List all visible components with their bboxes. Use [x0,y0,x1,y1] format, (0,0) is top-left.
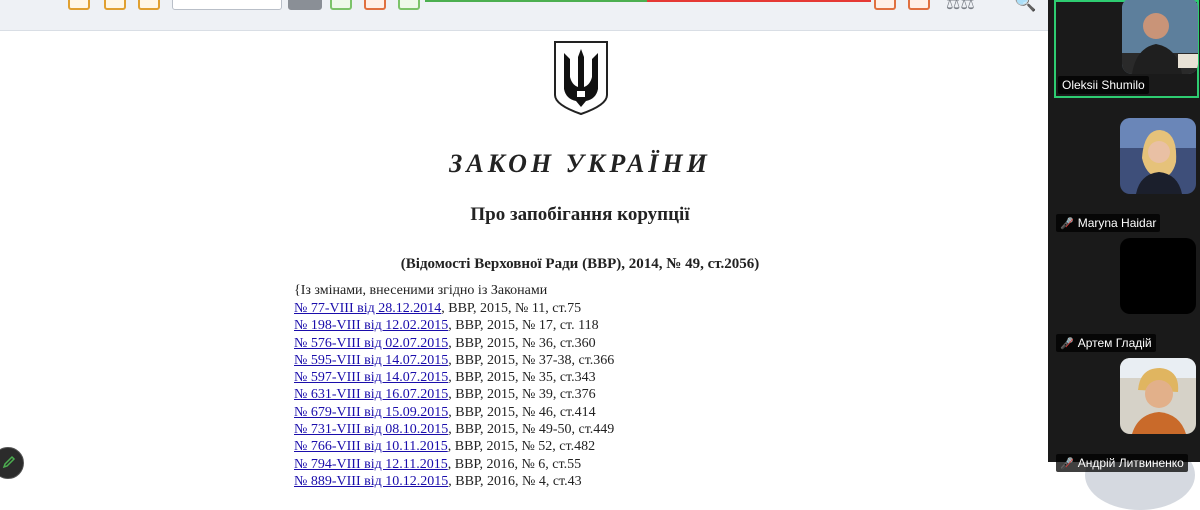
amendment-reference: , ВВР, 2016, № 4, ст.43 [448,473,582,489]
participant-name-tag: Oleksii Shumilo [1058,76,1149,94]
amendment-reference: , ВВР, 2015, № 11, ст.75 [441,301,582,316]
amendment-item: № 679-VIII від 15.09.2015, ВВР, 2015, № … [294,404,614,421]
document-toolbar: ⚖⚖ 🔍 [0,0,1048,31]
toolbar-button-6[interactable] [398,0,420,10]
progress-line-red [647,0,871,2]
amendment-reference: , ВВР, 2015, № 35, ст.343 [448,370,596,386]
amendment-reference: , ВВР, 2015, № 37-38, ст.366 [448,352,615,368]
amendment-link[interactable]: № 679-VIII від 15.09.2015 [294,405,448,420]
participant-tile[interactable]: 🎤̸ Андрій Литвиненко [1054,358,1199,472]
toolbar-page-input[interactable] [172,0,282,10]
search-icon[interactable]: 🔍 [1014,0,1036,13]
amendment-reference: , ВВР, 2015, № 17, ст. 118 [448,318,599,334]
toolbar-button-3[interactable] [138,0,160,10]
mic-off-icon: 🎤̸ [1060,337,1074,350]
ukraine-trident-icon [554,41,608,116]
amendments-list: № 77-VIII від 28.12.2014, ВВР, 2015, № 1… [294,300,614,490]
participant-tile[interactable]: 🎤̸ Maryna Haidar [1054,118,1199,232]
amendment-link[interactable]: № 198-VIII від 12.02.2015 [294,318,448,333]
amendment-item: № 631-VIII від 16.07.2015, ВВР, 2015, № … [294,386,614,403]
toolbar-button-4[interactable] [330,0,352,10]
toolbar-go-button[interactable] [288,0,322,10]
amendment-item: № 597-VIII від 14.07.2015, ВВР, 2015, № … [294,369,614,386]
amendment-reference: , ВВР, 2015, № 49-50, ст.449 [448,422,615,438]
amendment-link[interactable]: № 597-VIII від 14.07.2015 [294,370,448,385]
participant-tile[interactable]: 🎤̸ Артем Гладій [1054,238,1199,352]
document-page: ЗАКОН УКРАЇНИ Про запобігання корупції (… [0,31,1048,490]
amendment-reference: , ВВР, 2015, № 39, ст.376 [448,387,596,403]
amendment-reference: , ВВР, 2015, № 36, ст.360 [448,335,596,351]
amendment-link[interactable]: № 889-VIII від 10.12.2015 [294,474,448,489]
avatar [1120,358,1196,434]
scales-icon[interactable]: ⚖⚖ [946,0,975,13]
toolbar-button-7[interactable] [874,0,896,10]
toolbar-button-1[interactable] [68,0,90,10]
amendment-reference: , ВВР, 2016, № 6, ст.55 [447,456,582,472]
participant-tile[interactable]: Oleksii Shumilo [1054,0,1199,98]
participant-name-tag: 🎤̸ Андрій Литвиненко [1056,454,1188,472]
amendment-link[interactable]: № 595-VIII від 14.07.2015 [294,353,448,368]
mic-off-icon: 🎤̸ [1060,217,1074,230]
amendment-item: № 766-VIII від 10.11.2015, ВВР, 2015, № … [294,438,614,455]
amendments-intro: {Із змінами, внесеними згідно із Законам… [294,283,548,298]
toolbar-button-2[interactable] [104,0,126,10]
progress-line-green [425,0,647,2]
amendment-item: № 198-VIII від 12.02.2015, ВВР, 2015, № … [294,317,614,334]
pencil-icon [2,455,16,469]
amendment-link[interactable]: № 731-VIII від 08.10.2015 [294,422,448,437]
amendment-item: № 794-VIII від 12.11.2015, ВВР, 2016, № … [294,456,614,473]
avatar [1120,118,1196,194]
amendment-link[interactable]: № 794-VIII від 12.11.2015 [294,457,448,472]
avatar [1122,0,1198,74]
mic-off-icon: 🎤̸ [1060,457,1074,470]
participant-name-tag: 🎤̸ Артем Гладій [1056,334,1156,352]
amendment-item: № 77-VIII від 28.12.2014, ВВР, 2015, № 1… [294,300,614,317]
amendment-link[interactable]: № 77-VIII від 28.12.2014 [294,301,441,316]
toolbar-button-5[interactable] [364,0,386,10]
law-source-reference: (Відомості Верховної Ради (ВВР), 2014, №… [400,256,760,272]
amendment-item: № 576-VIII від 02.07.2015, ВВР, 2015, № … [294,335,614,352]
amendment-link[interactable]: № 766-VIII від 10.11.2015 [294,439,448,454]
amendment-item: № 595-VIII від 14.07.2015, ВВР, 2015, № … [294,352,614,369]
amendment-link[interactable]: № 631-VIII від 16.07.2015 [294,387,448,402]
amendment-reference: , ВВР, 2015, № 46, ст.414 [448,404,596,420]
toolbar-button-8[interactable] [908,0,930,10]
law-subtitle: Про запобігання корупції [470,204,690,225]
amendment-reference: , ВВР, 2015, № 52, ст.482 [447,439,596,455]
participants-panel: Oleksii Shumilo 🎤̸ Maryna Haidar 🎤̸ Артем … [1048,0,1200,472]
participant-name-tag: 🎤̸ Maryna Haidar [1056,214,1161,232]
avatar [1120,238,1196,314]
amendment-item: № 731-VIII від 08.10.2015, ВВР, 2015, № … [294,421,614,438]
law-title: ЗАКОН УКРАЇНИ [449,149,711,178]
amendment-link[interactable]: № 576-VIII від 02.07.2015 [294,336,448,351]
